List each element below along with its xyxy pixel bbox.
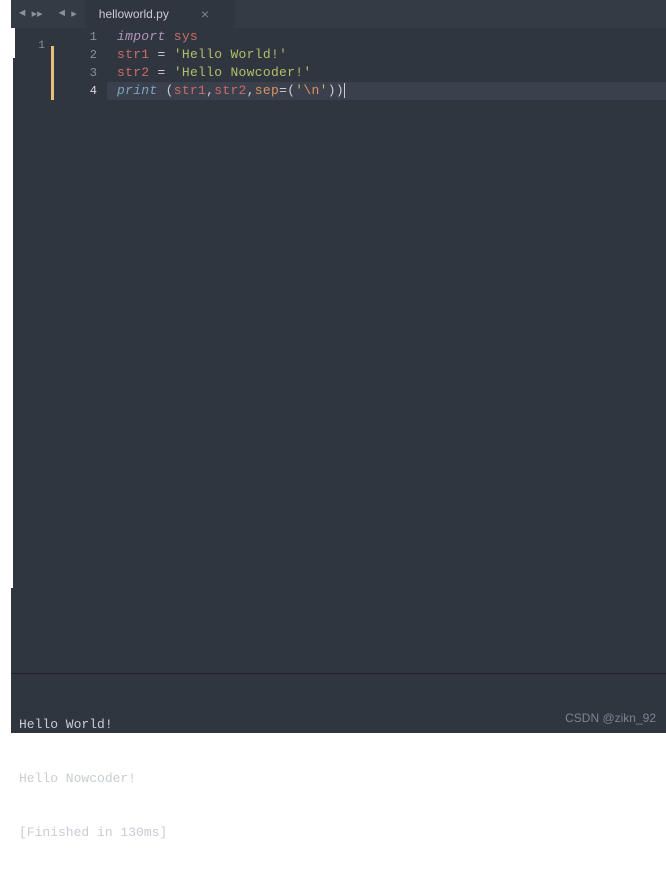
line-number: 1 (51, 28, 107, 46)
minimap-thumb[interactable] (13, 28, 15, 58)
watermark: CSDN @zikn_92 (565, 709, 656, 727)
window-edge (0, 0, 11, 560)
code-line[interactable]: str2 = 'Hello Nowcoder!' (107, 64, 666, 82)
line-number: 2 (51, 46, 107, 64)
line-marker (51, 46, 54, 64)
nav-next-icon[interactable]: ▸ (69, 7, 79, 21)
minimap[interactable]: 1 (11, 28, 51, 673)
nav-fwd-group: ◄ ▸ (51, 0, 85, 28)
code-line[interactable]: str1 = 'Hello World!' (107, 46, 666, 64)
code-area[interactable]: 1 2 3 4 import sys str1 = 'Hello World!'… (51, 28, 666, 673)
tab-bar: ◄ ▸▸ ◄ ▸ helloworld.py × (11, 0, 666, 28)
tab-title: helloworld.py (99, 7, 169, 21)
line-marker (51, 64, 54, 82)
console-line: Hello Nowcoder! (19, 770, 658, 788)
nav-back-fast-icon[interactable]: ▸▸ (30, 7, 45, 21)
console-line: Hello World! (19, 716, 658, 734)
output-console[interactable]: Hello World! Hello Nowcoder! [Finished i… (11, 673, 666, 733)
nav-prev-icon[interactable]: ◄ (57, 8, 68, 20)
minimap-line-number: 1 (38, 40, 45, 52)
nav-back-group: ◄ ▸▸ (11, 0, 51, 28)
code-line-current[interactable]: print (str1,str2,sep=('\n')) (107, 82, 666, 100)
line-number: 4 (51, 82, 107, 100)
line-number: 3 (51, 64, 107, 82)
line-marker (51, 82, 54, 100)
editor-window: ◄ ▸▸ ◄ ▸ helloworld.py × 1 1 2 3 4 impo (11, 0, 666, 733)
nav-back-icon[interactable]: ◄ (17, 8, 28, 20)
close-icon[interactable]: × (197, 6, 213, 22)
line-gutter: 1 2 3 4 (51, 28, 107, 673)
editor-main: 1 1 2 3 4 import sys str1 = 'Hello World… (11, 28, 666, 673)
code-lines[interactable]: import sys str1 = 'Hello World!' str2 = … (107, 28, 666, 100)
console-line: [Finished in 130ms] (19, 824, 658, 842)
tab-helloworld[interactable]: helloworld.py × (85, 0, 235, 28)
minimap-edge (11, 28, 13, 588)
code-line[interactable]: import sys (107, 28, 666, 46)
